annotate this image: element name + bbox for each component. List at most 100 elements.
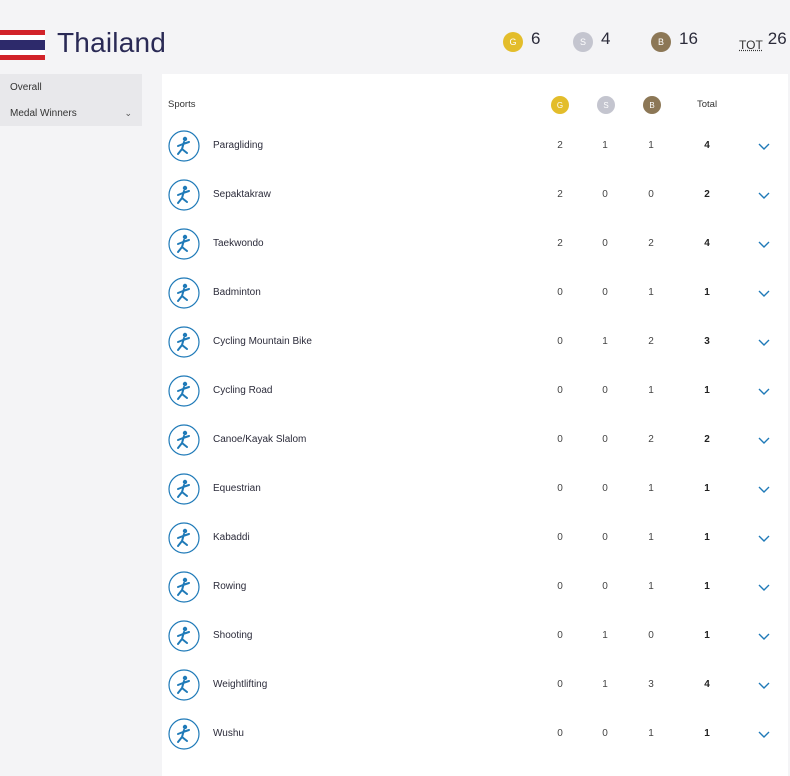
sport-name: Equestrian <box>213 483 261 494</box>
sport-name: Shooting <box>213 630 253 641</box>
bronze-count-cell: 2 <box>648 336 654 347</box>
gold-count: 6 <box>531 29 541 48</box>
table-header: Sports G S B Total <box>162 74 788 129</box>
country-header: Thailand G 6 S 4 B 16 TOT 26 <box>0 0 790 75</box>
bronze-count: 16 <box>679 29 698 48</box>
total-count-cell: 4 <box>704 140 710 151</box>
sidebar-item-overall[interactable]: Overall <box>0 74 142 100</box>
table-row[interactable]: Weightlifting 0 1 3 4 <box>162 663 788 712</box>
cycling-mountain-bike-icon <box>168 326 200 358</box>
gold-count-cell: 0 <box>557 385 563 396</box>
expand-chevron-icon[interactable] <box>756 726 772 742</box>
table-row[interactable]: Equestrian 0 0 1 1 <box>162 467 788 516</box>
bronze-count-cell: 1 <box>648 385 654 396</box>
sport-name: Sepaktakraw <box>213 189 271 200</box>
silver-count-cell: 0 <box>602 287 608 298</box>
gold-count-cell: 0 <box>557 434 563 445</box>
silver-count-cell: 0 <box>602 581 608 592</box>
expand-chevron-icon[interactable] <box>756 579 772 595</box>
bronze-count-cell: 1 <box>648 140 654 151</box>
silver-count: 4 <box>601 29 611 48</box>
header-silver-icon: S <box>597 96 615 114</box>
thailand-flag <box>0 30 45 60</box>
total-count-cell: 3 <box>704 336 710 347</box>
canoe-kayak-slalom-icon <box>168 424 200 456</box>
gold-count-cell: 0 <box>557 630 563 641</box>
silver-summary: S 4 <box>573 29 611 52</box>
expand-chevron-icon[interactable] <box>756 628 772 644</box>
expand-chevron-icon[interactable] <box>756 677 772 693</box>
header-sports: Sports <box>168 99 196 110</box>
weightlifting-icon <box>168 669 200 701</box>
total-count-cell: 1 <box>704 287 710 298</box>
bronze-count-cell: 1 <box>648 287 654 298</box>
expand-chevron-icon[interactable] <box>756 530 772 546</box>
sidebar: Overall Medal Winners ⌄ <box>0 74 142 126</box>
table-row[interactable]: Badminton 0 0 1 1 <box>162 271 788 320</box>
sport-name: Taekwondo <box>213 238 264 249</box>
medal-table: Sports G S B Total Paragliding 2 1 1 4 Sepakt… <box>162 74 788 776</box>
total-count-cell: 2 <box>704 434 710 445</box>
silver-count-cell: 0 <box>602 483 608 494</box>
gold-count-cell: 0 <box>557 679 563 690</box>
total-count-cell: 1 <box>704 581 710 592</box>
table-row[interactable]: Paragliding 2 1 1 4 <box>162 124 788 173</box>
gold-medal-icon: G <box>503 32 523 52</box>
expand-chevron-icon[interactable] <box>756 285 772 301</box>
table-row[interactable]: Rowing 0 0 1 1 <box>162 565 788 614</box>
gold-count-cell: 0 <box>557 532 563 543</box>
table-row[interactable]: Cycling Road 0 0 1 1 <box>162 369 788 418</box>
bronze-count-cell: 1 <box>648 581 654 592</box>
total-count-cell: 1 <box>704 532 710 543</box>
sepaktakraw-icon <box>168 179 200 211</box>
bronze-count-cell: 1 <box>648 483 654 494</box>
table-row[interactable]: Wushu 0 0 1 1 <box>162 712 788 761</box>
header-gold-icon: G <box>551 96 569 114</box>
silver-count-cell: 1 <box>602 336 608 347</box>
sport-name: Weightlifting <box>213 679 268 690</box>
rowing-icon <box>168 571 200 603</box>
table-row[interactable]: Kabaddi 0 0 1 1 <box>162 516 788 565</box>
sport-name: Cycling Road <box>213 385 273 396</box>
total-count-cell: 1 <box>704 630 710 641</box>
sport-name: Kabaddi <box>213 532 250 543</box>
bronze-count-cell: 0 <box>648 189 654 200</box>
total-count-cell: 1 <box>704 728 710 739</box>
table-row[interactable]: Cycling Mountain Bike 0 1 2 3 <box>162 320 788 369</box>
badminton-icon <box>168 277 200 309</box>
gold-count-cell: 0 <box>557 287 563 298</box>
wushu-icon <box>168 718 200 750</box>
gold-summary: G 6 <box>503 29 541 52</box>
expand-chevron-icon[interactable] <box>756 432 772 448</box>
silver-count-cell: 1 <box>602 140 608 151</box>
expand-chevron-icon[interactable] <box>756 383 772 399</box>
equestrian-icon <box>168 473 200 505</box>
sport-name: Paragliding <box>213 140 264 151</box>
silver-count-cell: 0 <box>602 728 608 739</box>
silver-count-cell: 0 <box>602 385 608 396</box>
cycling-road-icon <box>168 375 200 407</box>
expand-chevron-icon[interactable] <box>756 187 772 203</box>
expand-chevron-icon[interactable] <box>756 236 772 252</box>
country-title: Thailand <box>57 27 167 58</box>
table-row[interactable]: Taekwondo 2 0 2 4 <box>162 222 788 271</box>
expand-chevron-icon[interactable] <box>756 138 772 154</box>
total-count-cell: 1 <box>704 385 710 396</box>
gold-count-cell: 0 <box>557 336 563 347</box>
chevron-down-icon: ⌄ <box>124 107 132 118</box>
sport-name: Canoe/Kayak Slalom <box>213 434 307 445</box>
bronze-count-cell: 2 <box>648 238 654 249</box>
table-row[interactable]: Shooting 0 1 0 1 <box>162 614 788 663</box>
gold-count-cell: 0 <box>557 728 563 739</box>
expand-chevron-icon[interactable] <box>756 481 772 497</box>
silver-count-cell: 1 <box>602 679 608 690</box>
sidebar-item-medal-winners[interactable]: Medal Winners ⌄ <box>0 100 142 126</box>
silver-count-cell: 1 <box>602 630 608 641</box>
gold-count-cell: 2 <box>557 140 563 151</box>
kabaddi-icon <box>168 522 200 554</box>
bronze-count-cell: 1 <box>648 532 654 543</box>
table-row[interactable]: Sepaktakraw 2 0 0 2 <box>162 173 788 222</box>
bronze-count-cell: 2 <box>648 434 654 445</box>
expand-chevron-icon[interactable] <box>756 334 772 350</box>
table-row[interactable]: Canoe/Kayak Slalom 0 0 2 2 <box>162 418 788 467</box>
